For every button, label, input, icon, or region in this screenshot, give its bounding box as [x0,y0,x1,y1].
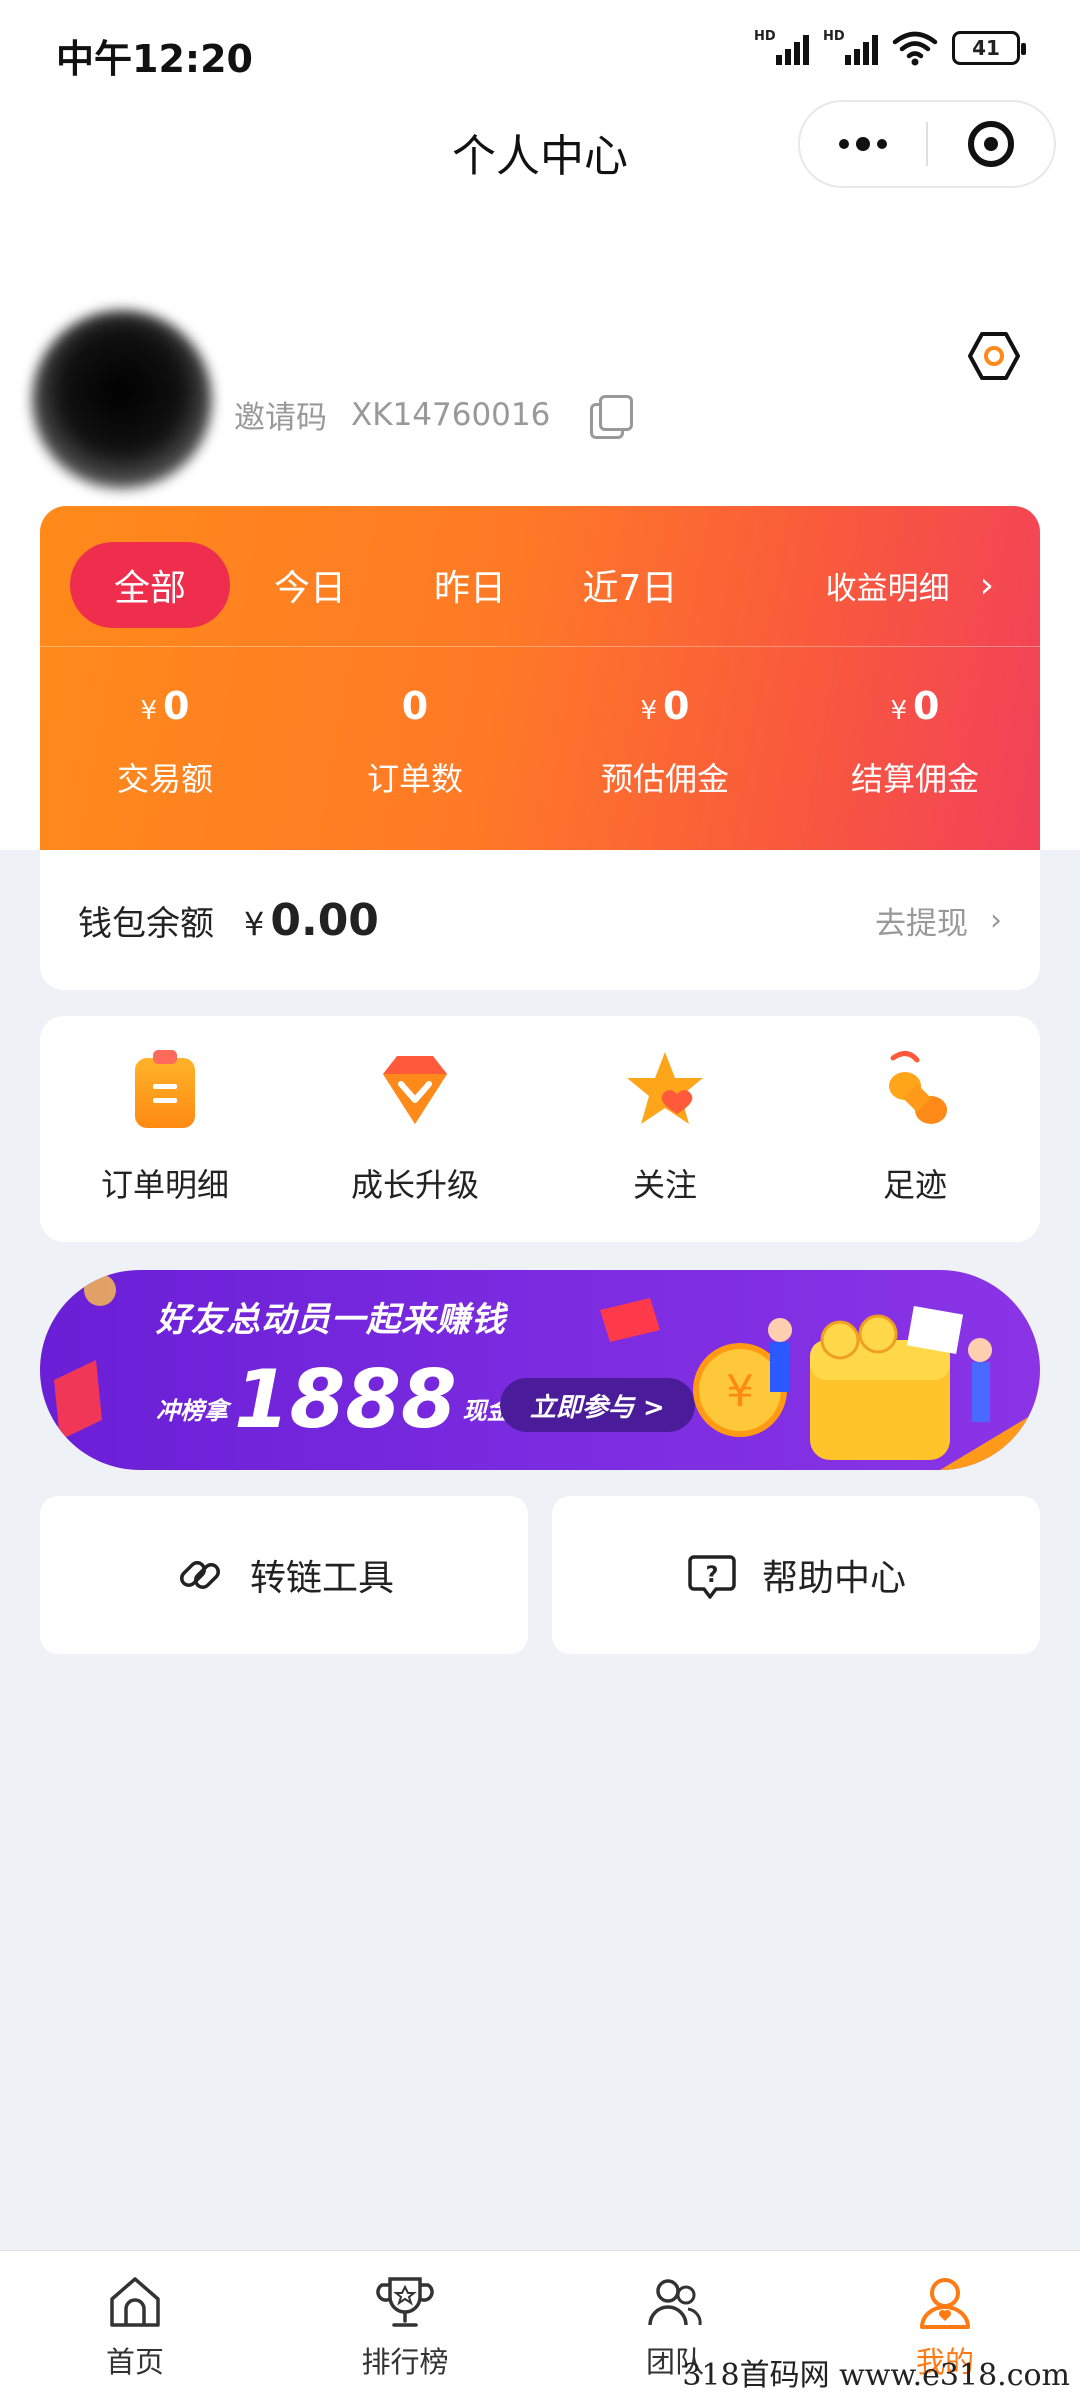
watermark: 318首码网 www.e318.com [682,2358,1070,2393]
earnings-tabs: 全部 今日 昨日 近7日 收益明细 › [70,542,1010,628]
more-button[interactable] [800,102,926,186]
status-time: 中午12:20 [56,37,253,81]
page-header: 个人中心 [0,100,1080,210]
star-icon [627,1052,703,1124]
follow-button[interactable]: 关注 [540,1016,790,1242]
profile-icon [920,2278,970,2329]
stat-transaction-amount: ¥0 交易额 [116,684,213,798]
wallet-coins-illustration: ¥ [693,1305,1040,1470]
svg-text:?: ? [706,1563,719,1588]
home-icon [110,2277,160,2327]
quick-actions: 订单明细 成长升级 关注 足迹 [40,1016,1040,1242]
svg-text:¥: ¥ [726,1366,754,1417]
link-icon [179,1561,220,1589]
stat-order-count: 0 订单数 [366,684,463,798]
banner-join-button[interactable]: 立即参与 > [500,1378,695,1432]
chevron-right-icon: › [979,564,994,606]
help-icon: ? [688,1555,736,1599]
growth-upgrade-button[interactable]: 成长升级 [290,1016,540,1242]
footprint-button[interactable]: 足迹 [790,1016,1040,1242]
mini-program-capsule [798,100,1056,188]
earnings-detail-link[interactable]: 收益明细 › [826,563,994,608]
battery-icon: 41 [952,31,1026,65]
tabbar-ranking[interactable]: 排行榜 [270,2251,540,2400]
earnings-card: 全部 今日 昨日 近7日 收益明细 › ¥0 交易额 0 订单数 ¥0 预估佣金… [40,506,1040,850]
earnings-stats: ¥0 交易额 0 订单数 ¥0 预估佣金 ¥0 结算佣金 [40,684,1040,800]
settings-icon[interactable] [966,328,1022,384]
tab-last-7-days[interactable]: 近7日 [550,542,710,628]
banner-subtitle: 冲榜拿 1888 现金 [156,1353,511,1446]
footprint-icon [889,1051,947,1124]
status-icons: HD HD 41 [754,29,1026,66]
close-capsule-button[interactable] [928,102,1054,186]
tab-all[interactable]: 全部 [70,542,230,628]
tab-today[interactable]: 今日 [230,542,390,628]
clipboard-icon [135,1050,195,1128]
promo-banner[interactable]: 好友总动员一起来赚钱 冲榜拿 1888 现金 立即参与 > ¥ [40,1270,1040,1470]
status-bar: 中午12:20 HD HD 41 [0,0,1080,100]
target-icon [968,121,1014,167]
invite-code-row: 邀请码 XK14760016 [234,392,634,439]
wallet-row: 钱包余额 ¥0.00 去提现 › [40,850,1040,990]
order-detail-button[interactable]: 订单明细 [40,1016,290,1242]
help-center-button[interactable]: ? 帮助中心 [552,1496,1040,1654]
withdraw-button[interactable]: 去提现 › [875,898,1002,943]
wifi-icon [892,31,938,66]
invite-code-value: XK14760016 [351,396,551,433]
stat-settled-commission: ¥0 结算佣金 [850,684,979,798]
link-tool-button[interactable]: 转链工具 [40,1496,528,1654]
stat-estimated-commission: ¥0 预估佣金 [600,684,729,798]
more-dots-icon [839,137,887,151]
signal-icon: HD [754,29,809,65]
tabbar-home[interactable]: 首页 [0,2251,270,2400]
invite-code-label: 邀请码 [234,400,327,436]
copy-icon[interactable] [590,394,634,439]
wallet-label: 钱包余额 [78,903,214,944]
diamond-icon [383,1056,447,1124]
tab-yesterday[interactable]: 昨日 [390,542,550,628]
trophy-icon [376,2277,434,2327]
wallet-balance: ¥0.00 [244,894,379,946]
chevron-right-icon: › [990,902,1002,938]
banner-title: 好友总动员一起来赚钱 [156,1300,506,1340]
avatar[interactable] [32,310,212,490]
team-icon [648,2279,702,2326]
signal-icon-2: HD [823,29,878,65]
